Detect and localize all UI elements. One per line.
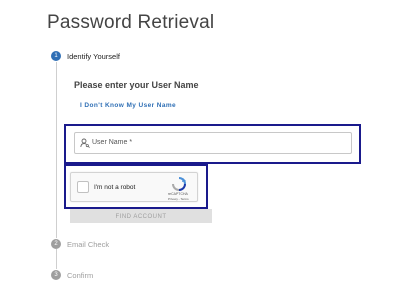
recaptcha-logo-icon	[172, 177, 186, 191]
recaptcha-terms-link[interactable]: Privacy - Terms	[168, 197, 189, 201]
step-3-indicator: 3	[51, 270, 61, 280]
find-account-button[interactable]: FIND ACCOUNT	[70, 209, 212, 223]
step-connector	[56, 62, 57, 238]
user-key-icon	[80, 138, 90, 148]
step-3-label: Confirm	[67, 271, 94, 280]
form-subheading: Please enter your User Name	[74, 80, 199, 90]
forgot-username-link[interactable]: I Don't Know My User Name	[80, 102, 176, 109]
step-1-label: Identify Yourself	[67, 52, 120, 61]
step-connector	[56, 249, 57, 269]
recaptcha-label: I'm not a robot	[94, 184, 136, 191]
username-field[interactable]: User Name *	[74, 132, 352, 154]
recaptcha-widget: I'm not a robot reCAPTCHA Privacy - Term…	[70, 172, 198, 202]
page-title: Password Retrieval	[47, 12, 215, 33]
username-label: User Name *	[92, 139, 133, 146]
step-1-indicator: 1	[51, 51, 61, 61]
recaptcha-checkbox[interactable]	[77, 181, 89, 193]
step-2-label: Email Check	[67, 240, 110, 249]
step-2-indicator: 2	[51, 239, 61, 249]
recaptcha-brand: reCAPTCHA	[168, 192, 188, 196]
